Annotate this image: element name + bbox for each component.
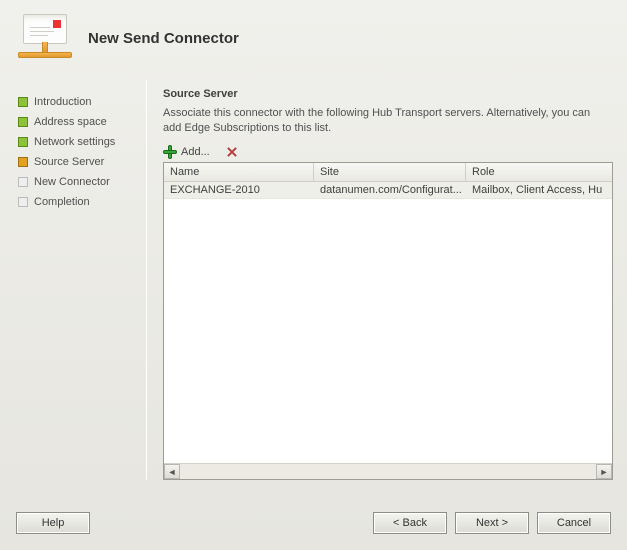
scroll-right-icon[interactable]: ► [596,464,612,479]
step-network-settings: Network settings [18,132,138,152]
next-button[interactable]: Next > [455,512,529,534]
list-toolbar: Add... [163,144,613,160]
step-label: Introduction [34,96,91,108]
scroll-left-icon[interactable]: ◄ [164,464,180,479]
table-row[interactable]: EXCHANGE-2010 datanumen.com/Configurat..… [164,182,612,199]
page-title: New Send Connector [88,30,239,47]
step-introduction: Introduction [18,92,138,112]
cell-site: datanumen.com/Configurat... [314,182,466,198]
wizard-steps: Introduction Address space Network setti… [0,80,146,480]
column-header-name[interactable]: Name [164,163,314,181]
step-label: Address space [34,116,107,128]
step-completion: Completion [18,192,138,212]
step-label: Network settings [34,136,115,148]
help-button[interactable]: Help [16,512,90,534]
column-header-role[interactable]: Role [466,163,612,181]
step-new-connector: New Connector [18,172,138,192]
upcoming-icon [18,197,28,207]
header: New Send Connector [0,0,627,80]
cancel-button[interactable]: Cancel [537,512,611,534]
add-label: Add... [181,146,210,158]
back-button[interactable]: < Back [373,512,447,534]
cell-name: EXCHANGE-2010 [164,182,314,198]
check-icon [18,97,28,107]
connector-icon [18,14,72,62]
column-header-site[interactable]: Site [314,163,466,181]
add-button[interactable]: Add... [163,145,218,159]
grid-body: EXCHANGE-2010 datanumen.com/Configurat..… [164,182,612,463]
horizontal-scrollbar[interactable]: ◄ ► [164,463,612,479]
grid-header: Name Site Role [164,163,612,182]
footer: Help < Back Next > Cancel [0,512,627,534]
remove-button[interactable] [224,144,240,160]
plus-icon [163,145,177,159]
content-area: Source Server Associate this connector w… [147,80,627,480]
upcoming-icon [18,177,28,187]
step-address-space: Address space [18,112,138,132]
check-icon [18,117,28,127]
active-icon [18,157,28,167]
section-title: Source Server [163,88,613,100]
step-label: Source Server [34,156,104,168]
check-icon [18,137,28,147]
step-label: Completion [34,196,90,208]
cell-role: Mailbox, Client Access, Hu [466,182,612,198]
server-grid: Name Site Role EXCHANGE-2010 datanumen.c… [163,162,613,480]
step-source-server: Source Server [18,152,138,172]
section-description: Associate this connector with the follow… [163,106,609,136]
scroll-track[interactable] [180,464,596,479]
step-label: New Connector [34,176,110,188]
